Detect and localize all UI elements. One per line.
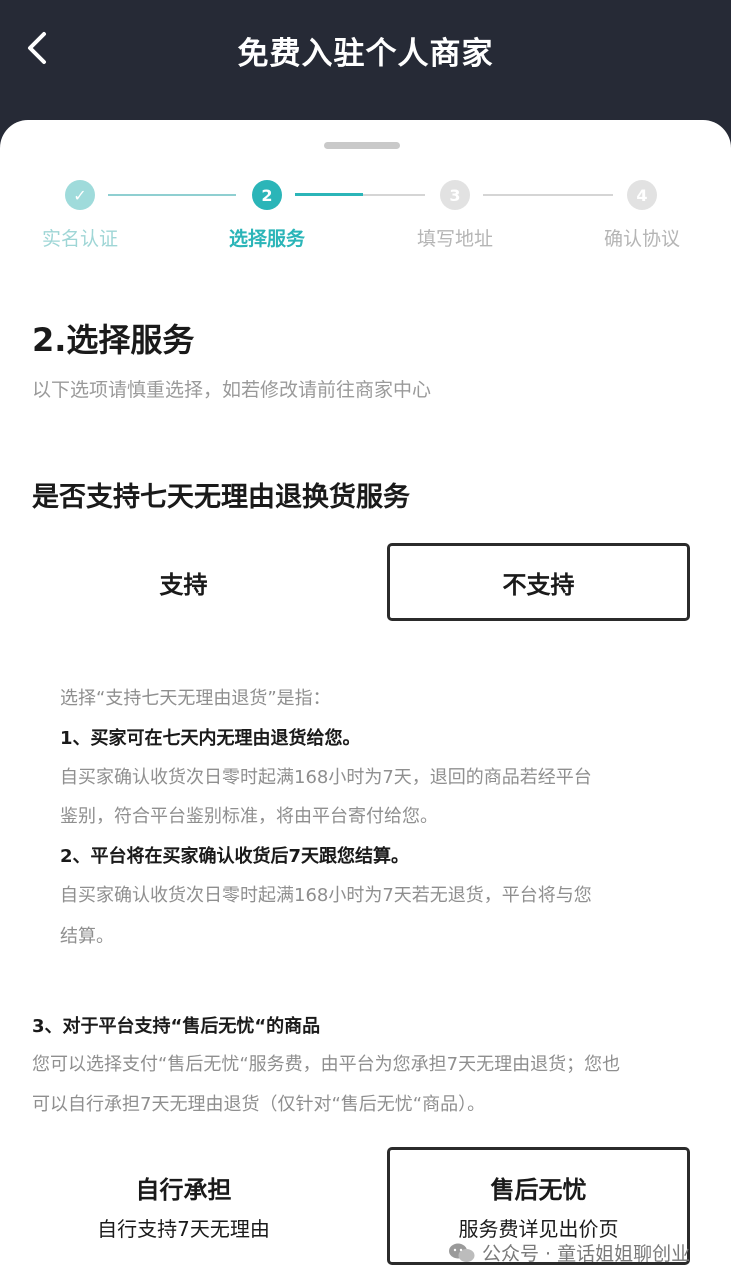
not-support-option[interactable]: 不支持 [387, 543, 690, 621]
step-label: 填写地址 [416, 228, 493, 250]
note-item-1-text: 鉴别，符合平台鉴别标准，将由平台寄付给您。 [60, 806, 438, 827]
step-connector [483, 194, 613, 196]
step-3-circle: 3 [440, 180, 470, 210]
step-connector [363, 194, 425, 196]
note-item-2-text: 结算。 [60, 926, 114, 947]
step-label: 实名认证 [41, 228, 118, 250]
wechat-icon [449, 1243, 475, 1262]
note-item-2-text: 自买家确认收货次日零时起满168小时为7天若无退货，平台将与您 [60, 885, 592, 906]
note-item-3-text: 您可以选择支付“售后无忧“服务费，由平台为您承担7天无理由退货；您也 [32, 1054, 621, 1075]
step-connector [108, 194, 236, 196]
page-title: 免费入驻个人商家 [237, 36, 494, 72]
note-item-2-title: 2、平台将在买家确认收货后7天跟您结算。 [60, 846, 410, 867]
watermark: 公众号 · 童话姐姐聊创业 [448, 1239, 690, 1266]
step-1-done-icon: ✓ [65, 180, 95, 210]
worry-free-label: 售后无忧 [490, 1176, 587, 1204]
section-title: 2.选择服务 [32, 321, 195, 359]
self-bear-option[interactable]: 自行承担 自行支持7天无理由 [32, 1147, 335, 1265]
self-bear-sub: 自行支持7天无理由 [97, 1217, 270, 1241]
self-bear-label: 自行承担 [135, 1176, 232, 1204]
step-2-circle: 2 [252, 180, 282, 210]
step-4-circle: 4 [627, 180, 657, 210]
top-bar: 免费入驻个人商家 [0, 0, 731, 120]
return-policy-question: 是否支持七天无理由退换货服务 [32, 482, 410, 513]
note-item-1-text: 自买家确认收货次日零时起满168小时为7天，退回的商品若经平台 [60, 767, 592, 788]
step-label: 确认协议 [603, 228, 680, 250]
not-support-option-label: 不支持 [502, 570, 575, 599]
section-subtitle: 以下选项请慎重选择，如若修改请前往商家中心 [32, 379, 432, 401]
content-sheet: ✓ 2 3 4 实名认证 选择服务 填写地址 确认协议 2.选择服务 以下选项请… [0, 120, 731, 1283]
support-option-label: 支持 [159, 570, 208, 599]
note-item-3-title: 3、对于平台支持“售后无忧“的商品 [32, 1016, 321, 1037]
drag-handle[interactable] [324, 142, 400, 149]
note-intro: 选择“支持七天无理由退货”是指： [60, 688, 331, 709]
worry-free-sub: 服务费详见出价页 [458, 1217, 619, 1241]
step-label: 选择服务 [228, 228, 305, 250]
note-item-1-title: 1、买家可在七天内无理由退货给您。 [60, 728, 361, 749]
watermark-text: 公众号 · 童话姐姐聊创业 [482, 1243, 691, 1265]
note-item-3-text: 可以自行承担7天无理由退货（仅针对“售后无忧“商品）。 [32, 1094, 486, 1115]
step-connector [295, 193, 363, 196]
support-option[interactable]: 支持 [32, 543, 335, 621]
